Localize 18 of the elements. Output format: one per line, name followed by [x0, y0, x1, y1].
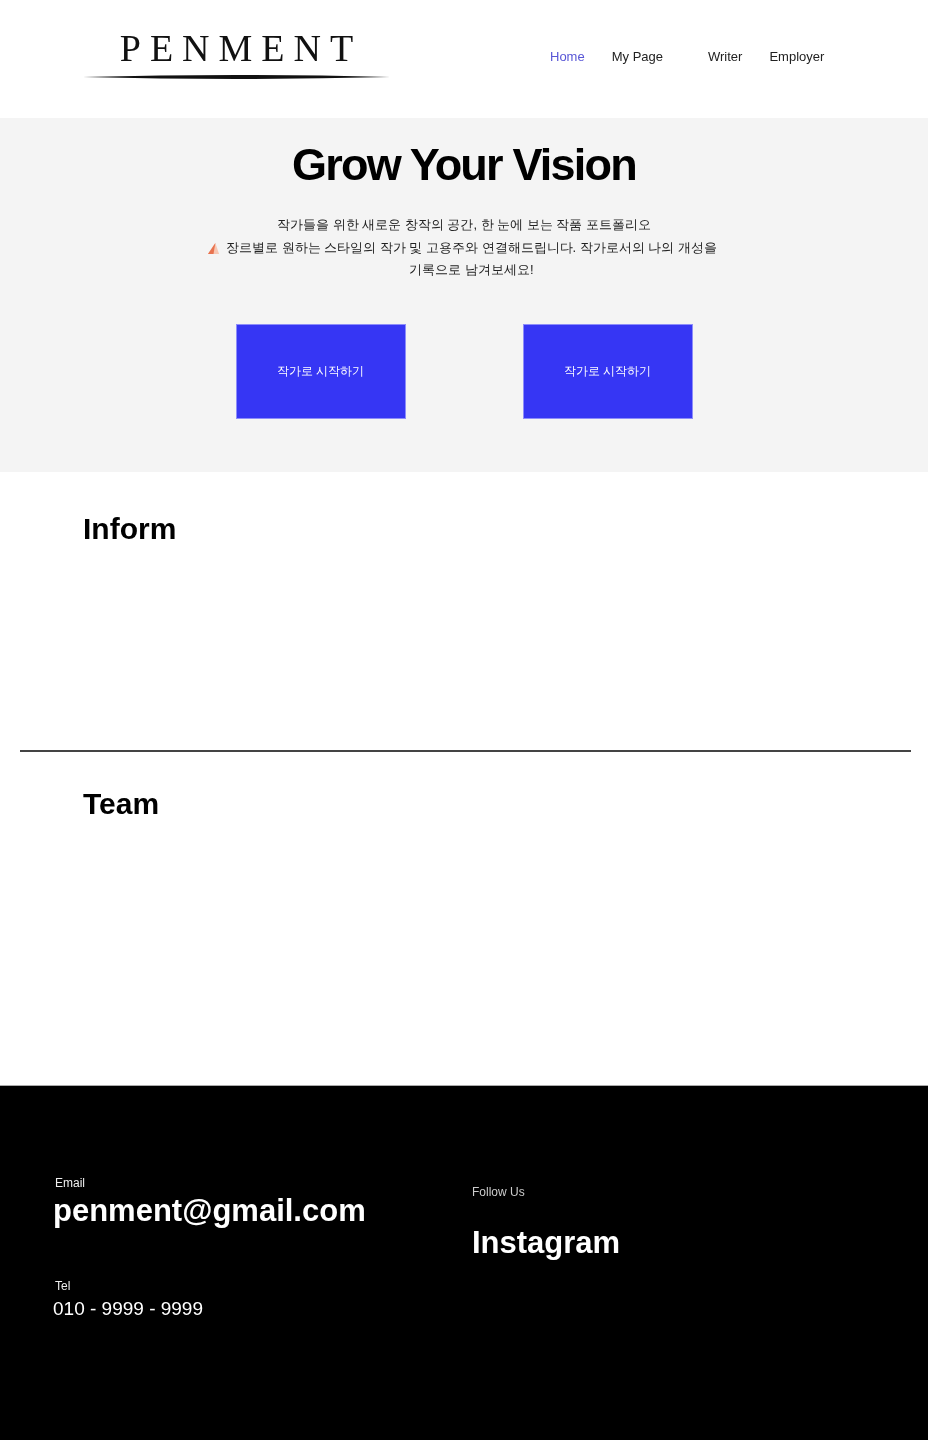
email-address: penment@gmail.com	[53, 1193, 366, 1229]
hero-title: Grow Your Vision	[292, 138, 636, 192]
logo-wordmark[interactable]: PENMENT	[110, 28, 363, 68]
phone-number: 010 - 9999 - 9999	[53, 1298, 203, 1320]
section-heading: Inform	[83, 511, 177, 547]
section-heading: Team	[83, 786, 160, 822]
hero-description: 장르별로 원하는 스타일의 작가 및 고용주와 연결해드립니다. 작가로서의 나의 개성을 기록으로 남겨보세요!	[224, 238, 719, 279]
hero-description: 작가들을 위한 새로운 창작의 공간, 한 눈에 보는 작품 포트폴리오	[276, 216, 652, 234]
nav-link[interactable]: Home	[550, 48, 585, 66]
nav-link[interactable]: Writer	[708, 48, 743, 66]
nav-link[interactable]: My Page	[611, 48, 663, 66]
nav-link[interactable]: Employer	[769, 48, 825, 66]
follow-label: Follow Us	[472, 1185, 525, 1200]
contact-label: Tel	[54, 1279, 71, 1294]
contact-label: Email	[54, 1176, 85, 1191]
social-link[interactable]: Instagram	[472, 1225, 621, 1261]
start-button[interactable]: 작가로 시작하기	[522, 323, 693, 419]
start-button[interactable]: 작가로 시작하기	[235, 323, 406, 419]
